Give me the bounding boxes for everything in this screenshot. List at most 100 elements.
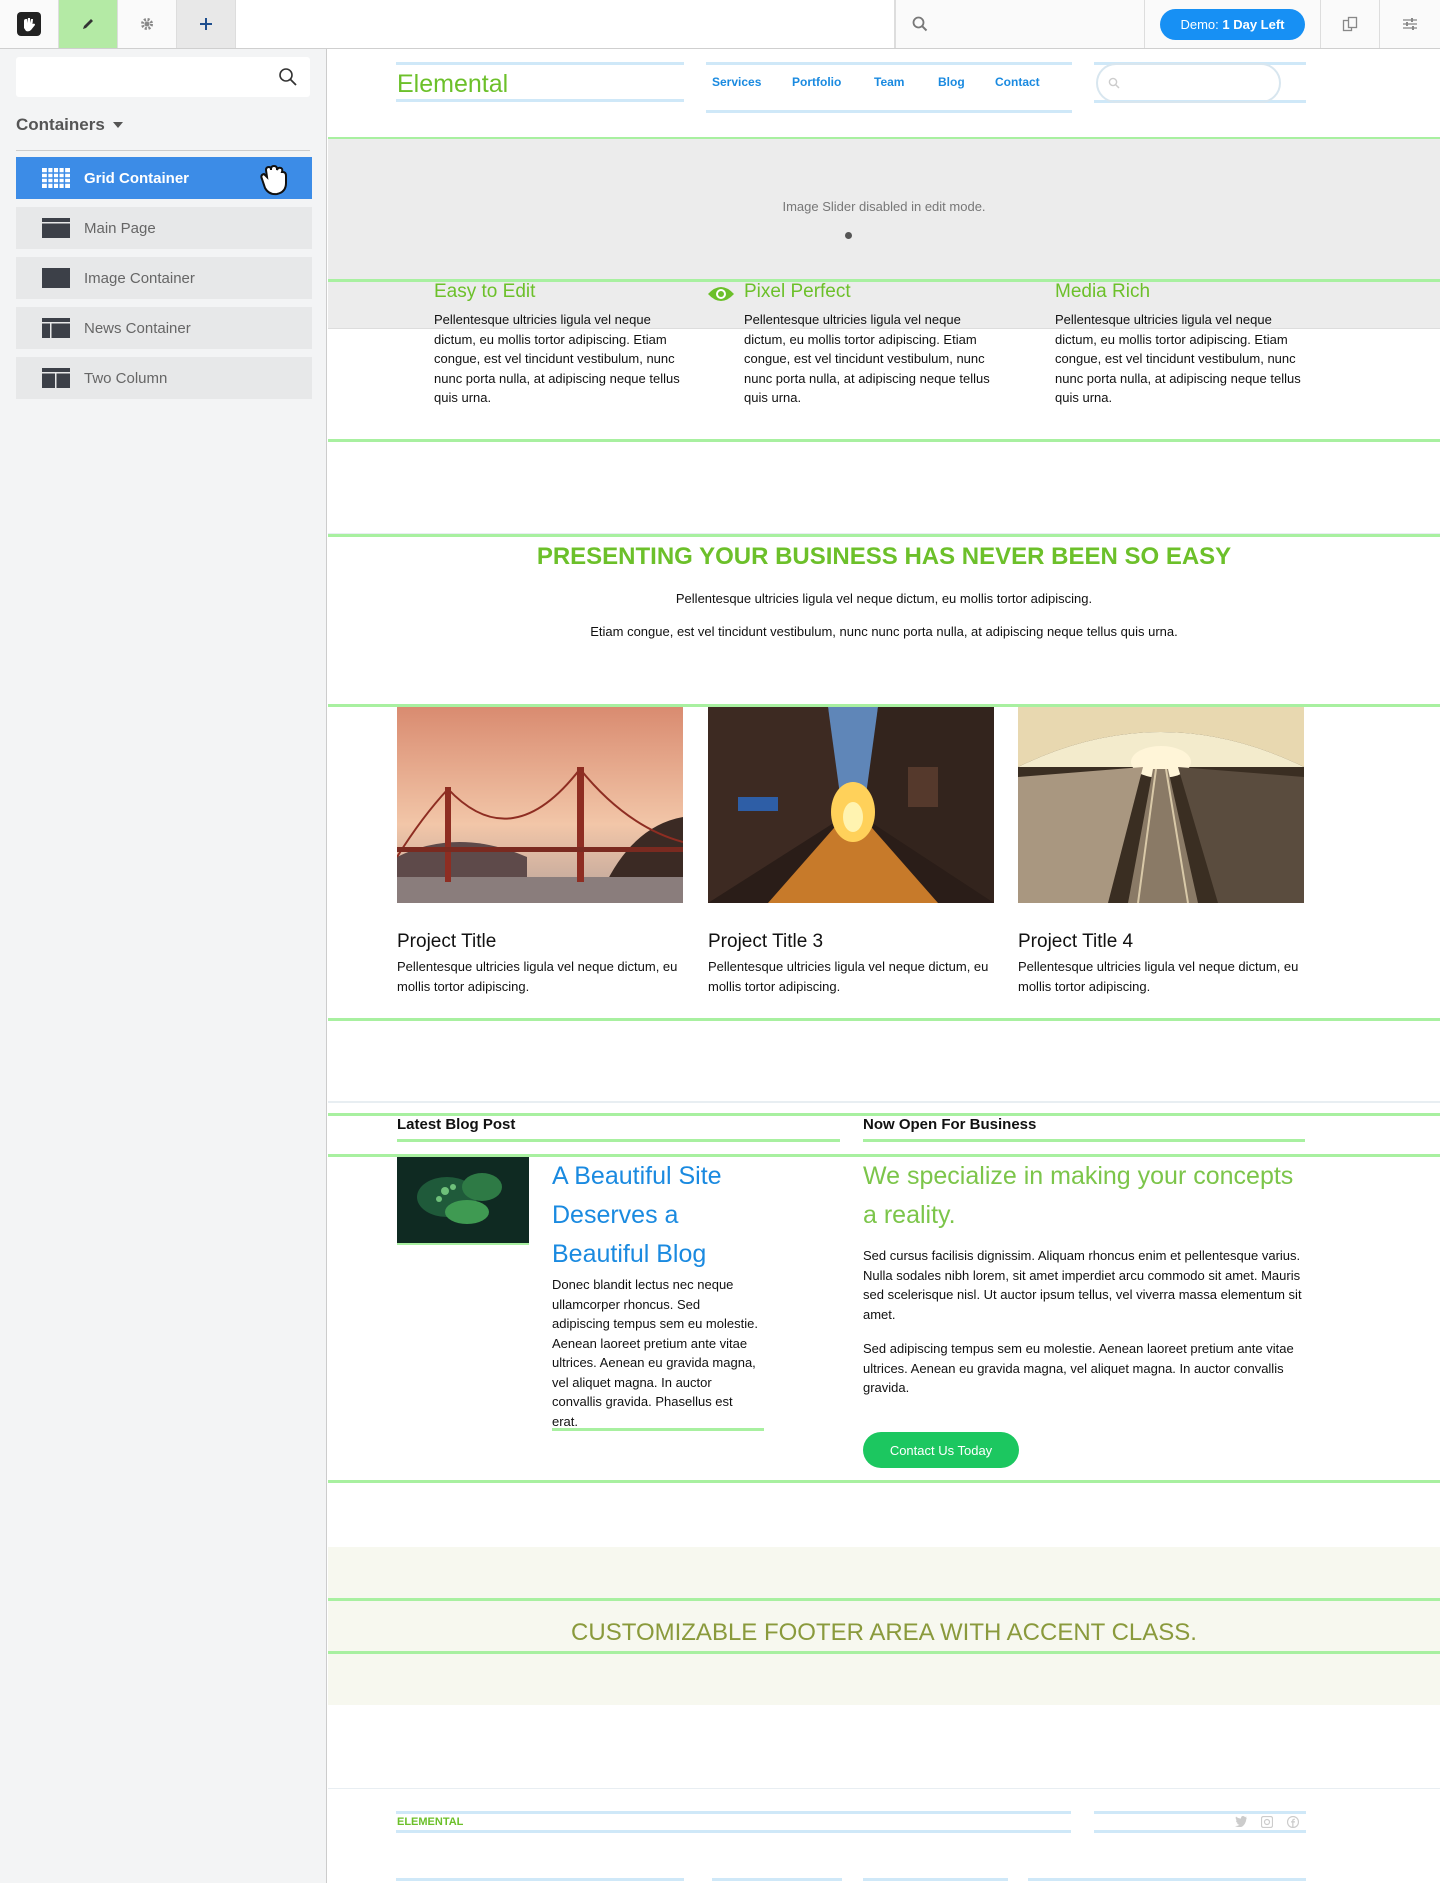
project-image-tunnel[interactable]	[1018, 707, 1304, 903]
settings-button[interactable]	[118, 0, 177, 48]
area-outline	[706, 110, 1072, 113]
area-outline	[396, 1830, 1071, 1833]
feature-title: Pixel Perfect	[744, 281, 851, 302]
edit-mode-button[interactable]	[59, 0, 118, 48]
area-outline	[706, 62, 1072, 65]
headline: PRESENTING YOUR BUSINESS HAS NEVER BEEN …	[536, 543, 1232, 570]
sidebar-item-label: Image Container	[84, 269, 195, 287]
area-outline	[396, 1878, 684, 1881]
sidebar-item-two-column[interactable]: Two Column	[16, 357, 312, 399]
bridge-photo	[397, 707, 683, 903]
layout-icon	[42, 218, 70, 238]
nav-link-contact[interactable]: Contact	[995, 75, 1040, 89]
feature-title: Media Rich	[1055, 281, 1151, 302]
search-icon	[1108, 77, 1120, 89]
sitemap-button[interactable]	[1321, 0, 1380, 48]
sidebar-item-grid-container[interactable]: Grid Container	[16, 157, 312, 199]
area-outline	[396, 1811, 1071, 1814]
contact-us-button[interactable]: Contact Us Today	[863, 1432, 1019, 1468]
search-icon[interactable]	[278, 67, 298, 87]
nav-link-blog[interactable]: Blog	[938, 75, 965, 89]
demo-prefix: Demo:	[1180, 16, 1223, 32]
search-icon	[912, 16, 928, 32]
business-paragraph: Sed adipiscing tempus sem eu molestie. A…	[863, 1341, 1294, 1395]
area-outline	[863, 1878, 1008, 1881]
headline-paragraph: Etiam congue, est vel tincidunt vestibul…	[590, 624, 1178, 639]
project-image-street[interactable]	[708, 707, 994, 903]
business-section-label: Now Open For Business	[863, 1116, 1037, 1133]
twitter-icon[interactable]	[1235, 1816, 1247, 1827]
site-brand-link[interactable]: Elemental	[397, 70, 508, 99]
grid-icon	[42, 168, 70, 188]
area-outline	[863, 1139, 1305, 1142]
feature-text: Pellentesque ultricies ligula vel neque …	[1055, 312, 1301, 405]
area-outline	[1094, 1811, 1306, 1814]
blog-thumbnail[interactable]	[397, 1157, 529, 1245]
sidebar-item-news-container[interactable]: News Container	[16, 307, 312, 349]
demo-badge-button[interactable]: Demo: 1 Day Left	[1160, 8, 1305, 40]
instagram-icon[interactable]	[1261, 1816, 1273, 1828]
blog-section-label: Latest Blog Post	[397, 1116, 516, 1133]
area-outline	[712, 1878, 842, 1881]
sidebar-item-label: Two Column	[84, 369, 168, 387]
concrete-logo-button[interactable]	[0, 0, 59, 48]
area-outline	[328, 1018, 1440, 1021]
slider-disabled-note: Image Slider disabled in edit mode.	[782, 199, 986, 214]
demo-status: Demo: 1 Day Left	[1145, 0, 1321, 48]
nav-link-portfolio[interactable]: Portfolio	[792, 75, 841, 89]
feature-text: Pellentesque ultricies ligula vel neque …	[744, 312, 990, 405]
page-canvas: Elemental Services Portfolio Team Blog C…	[328, 49, 1440, 1883]
toolbar-spacer	[236, 0, 895, 48]
business-title: We specialize in making your concepts a …	[863, 1162, 1294, 1229]
street-photo	[708, 707, 994, 903]
project-title[interactable]: Project Title	[397, 931, 496, 953]
sidebar-item-main-page[interactable]: Main Page	[16, 207, 312, 249]
caret-down-icon	[112, 122, 123, 128]
sidebar-item-label: Grid Container	[84, 169, 190, 187]
project-image-bridge[interactable]	[397, 707, 683, 903]
facebook-icon[interactable]	[1287, 1816, 1299, 1828]
two-column-icon	[42, 368, 70, 388]
project-title[interactable]: Project Title 4	[1018, 931, 1133, 953]
business-paragraph: Sed cursus facilisis dignissim. Aliquam …	[863, 1248, 1302, 1322]
footer-brand-link[interactable]: ELEMENTAL	[397, 1816, 463, 1828]
area-outline	[328, 1480, 1440, 1483]
area-outline	[396, 62, 684, 65]
site-search-input[interactable]	[1096, 63, 1281, 103]
blog-post-title[interactable]: A Beautiful Site Deserves a Beautiful Bl…	[552, 1157, 762, 1274]
slider-dot[interactable]	[845, 232, 852, 239]
pencil-icon	[83, 19, 93, 29]
area-outline	[552, 1428, 764, 1431]
project-text: Pellentesque ultricies ligula vel neque …	[397, 959, 678, 994]
nav-link-team[interactable]: Team	[874, 75, 904, 89]
area-outline	[328, 439, 1440, 442]
area-outline	[328, 1598, 1440, 1601]
tunnel-photo	[1018, 707, 1304, 903]
divider	[16, 150, 310, 151]
plus-icon	[200, 18, 212, 30]
news-layout-icon	[42, 318, 70, 338]
eye-icon	[708, 287, 734, 301]
toolbar-search-button[interactable]	[895, 0, 1145, 48]
feature-text: Pellentesque ultricies ligula vel neque …	[434, 312, 680, 405]
sidebar-item-image-container[interactable]: Image Container	[16, 257, 312, 299]
headline-paragraph: Pellentesque ultricies ligula vel neque …	[675, 591, 1093, 606]
area-outline	[328, 1651, 1440, 1654]
top-toolbar: Demo: 1 Day Left	[0, 0, 1440, 49]
sliders-icon	[1403, 18, 1417, 30]
image-block-icon	[42, 268, 70, 288]
panel-search-input[interactable]	[16, 57, 310, 97]
sidebar-item-label: Main Page	[84, 219, 156, 237]
demo-days-left: 1 Day Left	[1222, 16, 1285, 32]
dashboard-button[interactable]	[1380, 0, 1440, 48]
nav-link-services[interactable]: Services	[712, 75, 761, 89]
containers-dropdown[interactable]: Containers	[16, 115, 123, 135]
drag-hand-icon[interactable]	[256, 165, 292, 197]
area-outline	[397, 1139, 840, 1142]
pages-icon	[1342, 16, 1358, 32]
plant-photo	[397, 1157, 529, 1243]
add-content-button[interactable]	[177, 0, 236, 48]
project-title[interactable]: Project Title 3	[708, 931, 823, 953]
containers-heading: Containers	[16, 115, 105, 134]
concrete-logo-icon	[17, 12, 41, 36]
